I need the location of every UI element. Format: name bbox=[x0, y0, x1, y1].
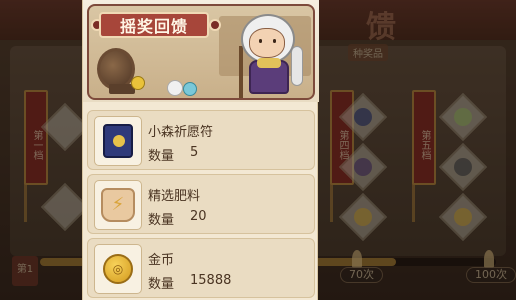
reward-name: 金币 bbox=[148, 253, 175, 268]
quantity-label: 数量 bbox=[148, 277, 175, 292]
reward-row: ◎ 金币 数量 15888 bbox=[87, 238, 315, 298]
sign-ring bbox=[209, 19, 221, 31]
staff-icon bbox=[239, 46, 243, 98]
charm-icon bbox=[103, 124, 133, 158]
reward-icon-box: ⚡ bbox=[94, 180, 142, 230]
hero-illustration: 摇奖回馈 bbox=[87, 4, 315, 100]
reward-name: 精选肥料 bbox=[148, 189, 201, 204]
reward-name: 小森祈愿符 bbox=[148, 125, 214, 140]
reward-icon-box bbox=[94, 116, 142, 166]
reward-list: 小森祈愿符 数量 5 ⚡ 精选肥料 数量 20 ◎ 金币 数量 15888 bbox=[87, 110, 315, 300]
granny-eye bbox=[273, 39, 276, 43]
hero-banner: 摇奖回馈 bbox=[83, 0, 319, 102]
reward-popup: 摇奖回馈 小森祈愿符 数量 5 ⚡ 精选肥料 数量 20 ◎ 金币 数量 158… bbox=[82, 0, 319, 300]
reward-row: 小森祈愿符 数量 5 bbox=[87, 110, 315, 170]
quantity-value: 15888 bbox=[190, 273, 232, 288]
granny-braid bbox=[291, 46, 303, 86]
gold-ball-icon bbox=[131, 76, 145, 90]
granny-face bbox=[249, 28, 285, 58]
quantity-label: 数量 bbox=[148, 213, 175, 228]
popup-title: 摇奖回馈 bbox=[99, 12, 209, 38]
reward-row: ⚡ 精选肥料 数量 20 bbox=[87, 174, 315, 234]
quantity-value: 20 bbox=[190, 209, 207, 224]
white-ball-icon bbox=[167, 80, 183, 96]
quantity-label: 数量 bbox=[148, 149, 175, 164]
coin-icon: ◎ bbox=[103, 254, 133, 284]
reward-icon-box: ◎ bbox=[94, 244, 142, 294]
fertilizer-icon: ⚡ bbox=[101, 188, 135, 222]
granny-scarf bbox=[257, 58, 281, 68]
quantity-value: 5 bbox=[190, 145, 199, 160]
blue-ball-icon bbox=[183, 82, 197, 96]
granny-eye bbox=[259, 39, 262, 43]
